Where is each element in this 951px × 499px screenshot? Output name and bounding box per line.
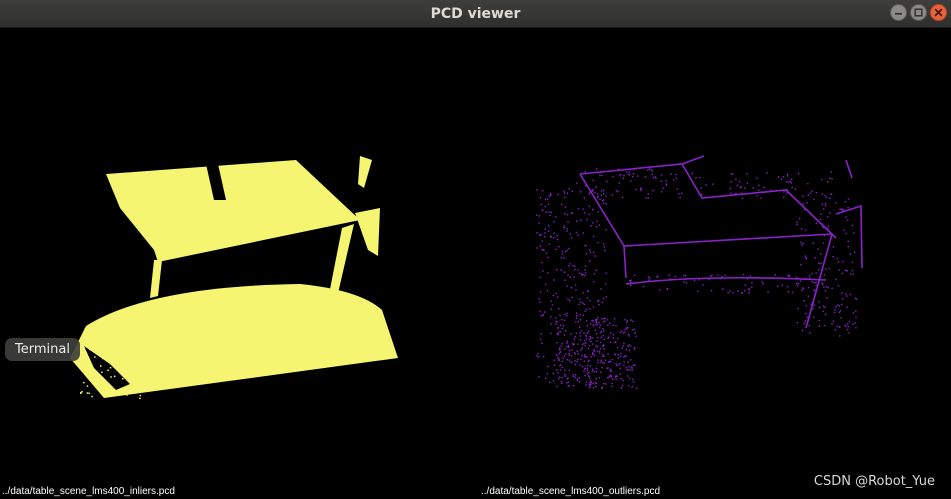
- inliers-point-cloud: [70, 156, 398, 400]
- terminal-tooltip: Terminal: [5, 338, 80, 361]
- outliers-file-label: ../data/table_scene_lms400_outliers.pcd: [481, 486, 661, 497]
- maximize-icon: [911, 5, 926, 20]
- render-area[interactable]: ../data/table_scene_lms400_inliers.pcd .…: [0, 28, 951, 499]
- maximize-button[interactable]: [910, 4, 927, 21]
- outliers-viewport[interactable]: ../data/table_scene_lms400_outliers.pcd: [476, 28, 951, 499]
- close-icon: [931, 5, 946, 20]
- pcd-viewer-window: PCD viewer ../data/table_scene_lms400_in…: [0, 0, 951, 499]
- close-button[interactable]: [930, 4, 947, 21]
- minimize-button[interactable]: [890, 4, 907, 21]
- inliers-viewport[interactable]: ../data/table_scene_lms400_inliers.pcd: [0, 28, 476, 499]
- outliers-point-cloud: [536, 155, 863, 389]
- title-bar[interactable]: PCD viewer: [0, 0, 951, 28]
- inliers-file-label: ../data/table_scene_lms400_inliers.pcd: [2, 486, 175, 497]
- minimize-icon: [891, 5, 906, 20]
- watermark: CSDN @Robot_Yue: [813, 474, 935, 489]
- window-controls: [890, 4, 947, 24]
- window-title: PCD viewer: [430, 6, 521, 22]
